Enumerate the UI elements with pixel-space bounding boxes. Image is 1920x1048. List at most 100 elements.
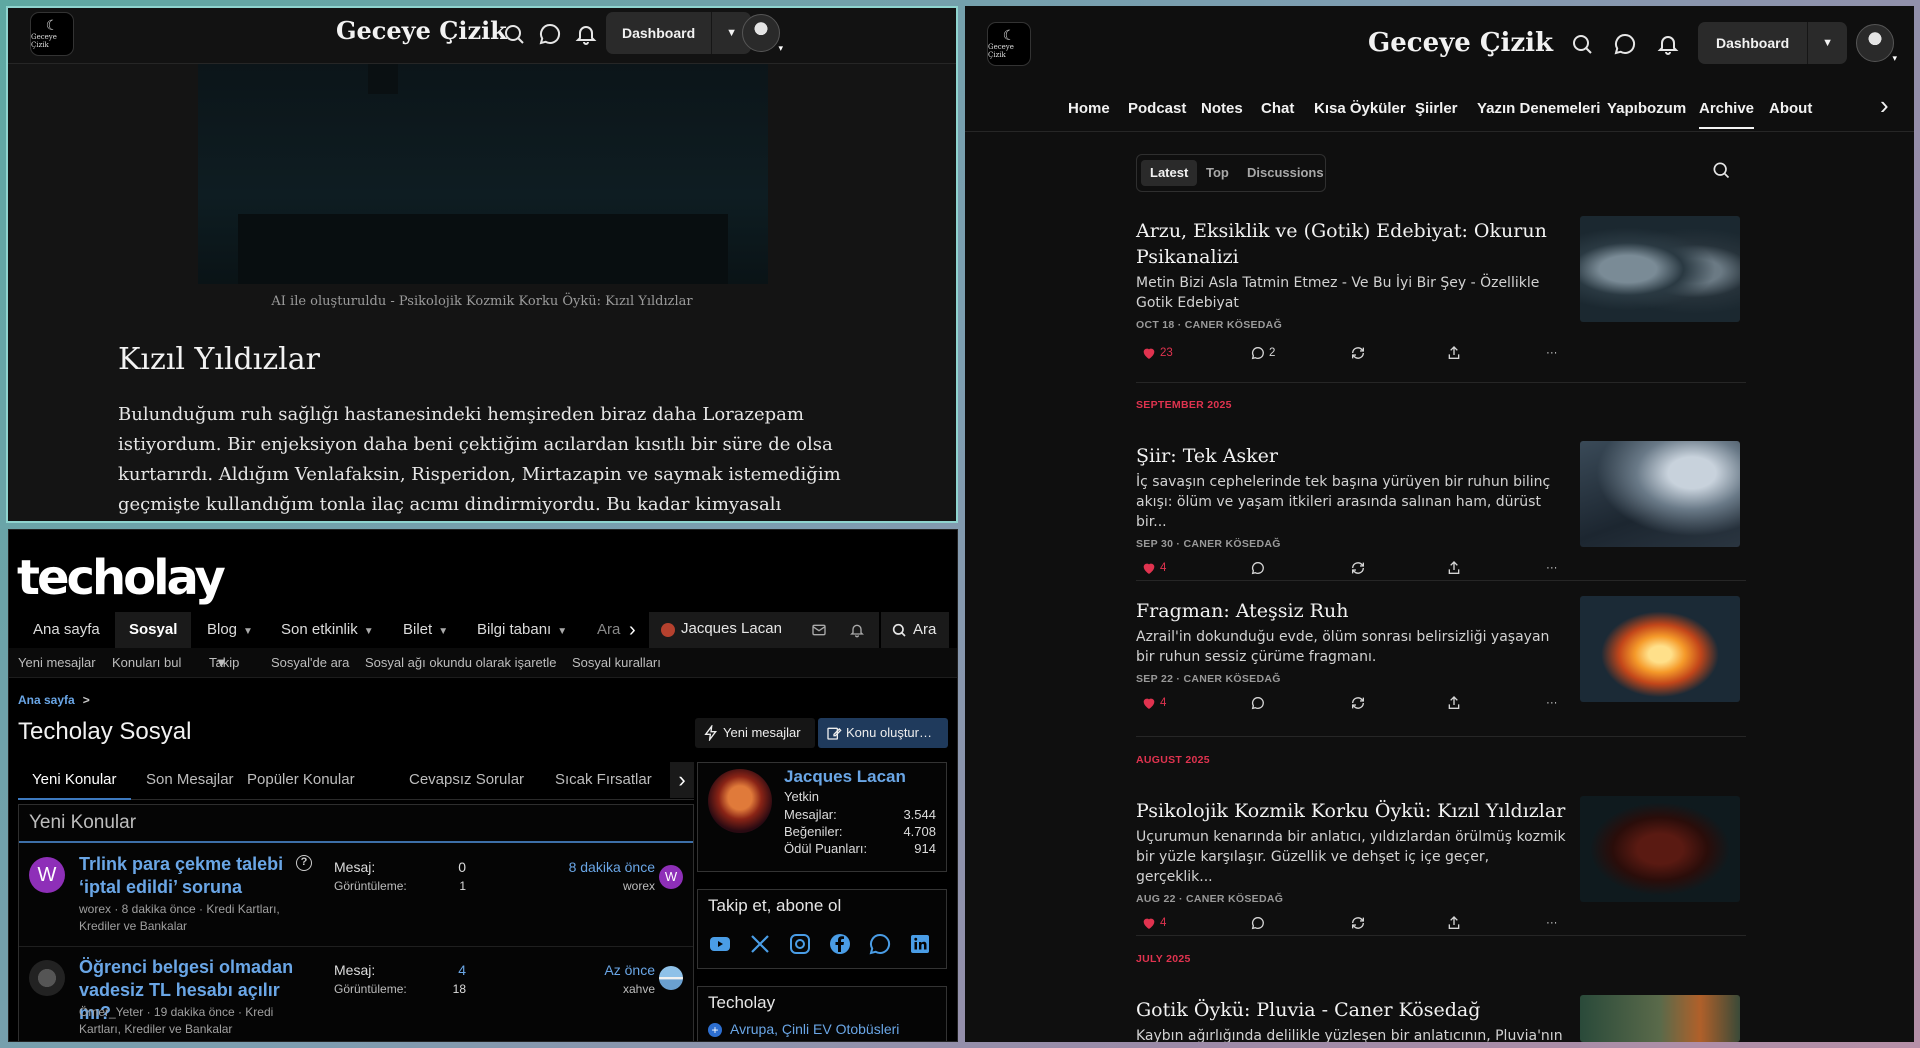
whatsapp-icon[interactable]: [868, 932, 892, 956]
avatar[interactable]: [659, 966, 683, 990]
avatar[interactable]: W: [659, 865, 683, 889]
nav-home[interactable]: Ana sayfa: [33, 612, 100, 648]
like-button[interactable]: 23: [1141, 343, 1173, 363]
tab-hot-deals[interactable]: Sıcak Fırsatlar: [555, 762, 652, 798]
post-title[interactable]: Gotik Öykü: Pluvia - Caner Kösedağ: [1136, 997, 1566, 1023]
share-icon[interactable]: [1446, 913, 1462, 933]
site-title[interactable]: Geceye Çizik: [336, 16, 507, 45]
nav-short-stories[interactable]: Kısa Öyküler: [1314, 100, 1406, 117]
nav-home[interactable]: Home: [1068, 100, 1110, 117]
post-title[interactable]: Psikolojik Kozmik Korku Öykü: Kızıl Yıld…: [1136, 798, 1566, 824]
comment-button[interactable]: [1250, 913, 1266, 933]
nav-more[interactable]: Ara: [597, 612, 620, 648]
like-button[interactable]: 4: [1141, 558, 1166, 578]
user-avatar[interactable]: [1856, 24, 1897, 64]
tab-new-threads[interactable]: Yeni Konular: [18, 762, 131, 800]
post-thumbnail[interactable]: [1580, 441, 1740, 547]
last-post-time[interactable]: Az önce: [545, 962, 655, 978]
nav-poems[interactable]: Şiirler: [1415, 100, 1458, 117]
like-button[interactable]: 4: [1141, 913, 1166, 933]
nav-blog[interactable]: Blog ▼: [207, 612, 253, 648]
nav-about[interactable]: About: [1769, 100, 1812, 117]
restack-icon[interactable]: [1350, 913, 1366, 933]
post-thumbnail[interactable]: [1580, 596, 1740, 702]
bell-icon[interactable]: [574, 22, 598, 46]
share-icon[interactable]: [1446, 558, 1462, 578]
linkedin-icon[interactable]: [908, 932, 932, 956]
nav-archive[interactable]: Archive: [1699, 100, 1755, 129]
bell-icon[interactable]: [1656, 32, 1680, 56]
chevron-right-icon[interactable]: ›: [629, 612, 636, 648]
youtube-icon[interactable]: [708, 932, 732, 956]
user-avatar[interactable]: [742, 14, 783, 54]
more-options-button[interactable]: ···: [1546, 913, 1558, 933]
subnav-find-threads[interactable]: Konuları bul: [112, 648, 181, 678]
subnav-rules[interactable]: Sosyal kuralları: [572, 648, 661, 678]
chevron-down-icon[interactable]: ▼: [364, 626, 374, 637]
tab-latest-posts[interactable]: Son Mesajlar: [146, 762, 234, 798]
chat-icon[interactable]: [1613, 32, 1637, 56]
post-thumbnail[interactable]: [1580, 216, 1740, 322]
breadcrumb-home[interactable]: Ana sayfa: [18, 693, 75, 707]
x-icon[interactable]: [748, 932, 772, 956]
last-poster[interactable]: xahve: [575, 982, 655, 996]
new-messages-button[interactable]: Yeni mesajlar: [695, 718, 815, 748]
create-thread-button[interactable]: Konu oluştur…: [818, 718, 948, 748]
site-title[interactable]: Geceye Çizik: [1368, 28, 1553, 58]
comment-button[interactable]: [1250, 693, 1266, 713]
post-thumbnail[interactable]: [1580, 796, 1740, 902]
subnav-mark-read[interactable]: Sosyal ağı okundu olarak işaretle: [365, 648, 557, 678]
search-icon[interactable]: [502, 22, 526, 46]
tab-popular[interactable]: Popüler Konular: [247, 762, 355, 798]
search-button[interactable]: Ara: [881, 612, 949, 648]
techolay-box-item[interactable]: Avrupa, Çinli EV Otobüsleri: [730, 1021, 899, 1037]
share-icon[interactable]: [1446, 693, 1462, 713]
search-icon[interactable]: [1570, 32, 1594, 56]
dashboard-button[interactable]: Dashboard ▼: [1698, 22, 1848, 64]
post-title[interactable]: Fragman: Ateşsiz Ruh: [1136, 598, 1566, 624]
profile-avatar[interactable]: [708, 769, 772, 833]
nav-deconstruction[interactable]: Yapıbozum: [1607, 100, 1686, 117]
subnav-new-messages[interactable]: Yeni mesajlar: [18, 648, 96, 678]
restack-icon[interactable]: [1350, 558, 1366, 578]
post-title[interactable]: Şiir: Tek Asker: [1136, 443, 1566, 469]
nav-notes[interactable]: Notes: [1201, 100, 1243, 117]
nav-social[interactable]: Sosyal: [115, 612, 192, 648]
comment-button[interactable]: [1250, 558, 1266, 578]
table-row[interactable]: W Trlink para çekme talebi ‘iptal edildi…: [19, 845, 693, 947]
chevron-right-icon[interactable]: ›: [670, 762, 694, 798]
nav-kb[interactable]: Bilgi tabanı ▼: [477, 612, 567, 648]
table-row[interactable]: Öğrenci belgesi olmadan vadesiz TL hesab…: [19, 948, 693, 1041]
chat-icon[interactable]: [538, 22, 562, 46]
avatar[interactable]: W: [29, 857, 65, 893]
tab-unanswered[interactable]: Cevapsız Sorular: [409, 762, 524, 798]
more-options-button[interactable]: ···: [1546, 558, 1558, 578]
post-thumbnail[interactable]: [1580, 995, 1740, 1042]
last-post-time[interactable]: 8 dakika önce: [545, 859, 655, 875]
profile-name[interactable]: Jacques Lacan: [784, 767, 906, 787]
messages-count[interactable]: 4: [426, 962, 466, 978]
subnav-search-social[interactable]: Sosyal'de ara: [271, 648, 349, 678]
last-poster[interactable]: worex: [575, 879, 655, 893]
share-icon[interactable]: [1446, 343, 1462, 363]
facebook-icon[interactable]: [828, 932, 852, 956]
segment-latest[interactable]: Latest: [1141, 160, 1198, 186]
chevron-down-icon[interactable]: ▼: [557, 626, 567, 637]
instagram-icon[interactable]: [788, 932, 812, 956]
chevron-down-icon[interactable]: ▼: [215, 648, 228, 678]
publication-logo[interactable]: ☾ Geceye Çizik: [987, 22, 1031, 66]
restack-icon[interactable]: [1350, 343, 1366, 363]
thread-title[interactable]: Trlink para çekme talebi ‘iptal edildi’ …: [79, 853, 299, 899]
user-menu[interactable]: Jacques Lacan: [649, 612, 879, 648]
post-title[interactable]: Arzu, Eksiklik ve (Gotik) Edebiyat: Okur…: [1136, 218, 1566, 270]
avatar[interactable]: [29, 960, 65, 996]
chevron-down-icon[interactable]: ▼: [243, 626, 253, 637]
search-icon[interactable]: [1711, 160, 1731, 180]
nav-recent[interactable]: Son etkinlik ▼: [281, 612, 374, 648]
nav-ticket[interactable]: Bilet ▼: [403, 612, 448, 648]
publication-logo[interactable]: ☾ Geceye Çizik: [30, 12, 74, 56]
chevron-right-icon[interactable]: ›: [1880, 90, 1889, 121]
comment-button[interactable]: 2: [1250, 343, 1275, 363]
chevron-down-icon[interactable]: ▼: [438, 626, 448, 637]
more-options-button[interactable]: ···: [1546, 693, 1558, 713]
